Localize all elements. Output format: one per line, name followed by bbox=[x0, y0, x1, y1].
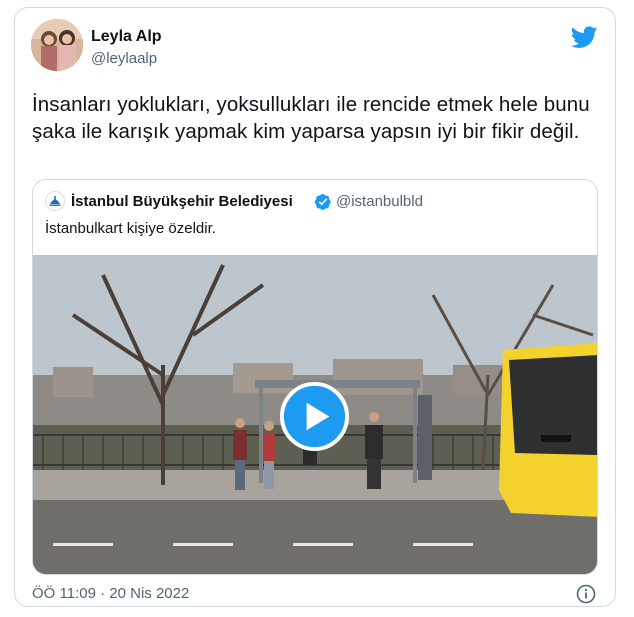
twitter-bird-icon[interactable] bbox=[571, 26, 598, 49]
play-icon[interactable] bbox=[279, 381, 350, 452]
quoted-author-handle[interactable]: @istanbulbld bbox=[336, 193, 423, 210]
author-name[interactable]: Leyla Alp bbox=[91, 28, 162, 46]
info-icon[interactable] bbox=[576, 584, 596, 604]
author-avatar[interactable] bbox=[31, 19, 83, 71]
tweet-timestamp[interactable]: ÖÖ 11:09 · 20 Nis 2022 bbox=[32, 585, 189, 602]
tweet-text: İnsanları yoklukları, yoksullukları ile … bbox=[32, 93, 590, 143]
quoted-tweet-text: İstanbulkart kişiye özeldir. bbox=[45, 220, 216, 237]
verified-badge-icon bbox=[314, 193, 331, 211]
quoted-tweet[interactable]: İstanbul Büyükşehir Belediyesi @istanbul… bbox=[32, 179, 598, 575]
quoted-avatar[interactable] bbox=[45, 191, 65, 211]
video-thumbnail[interactable] bbox=[33, 255, 597, 574]
tweet-card[interactable]: Leyla Alp @leylaalp İnsanları yoklukları… bbox=[14, 7, 616, 607]
quoted-author-name[interactable]: İstanbul Büyükşehir Belediyesi bbox=[71, 193, 293, 210]
author-handle[interactable]: @leylaalp bbox=[91, 50, 157, 67]
